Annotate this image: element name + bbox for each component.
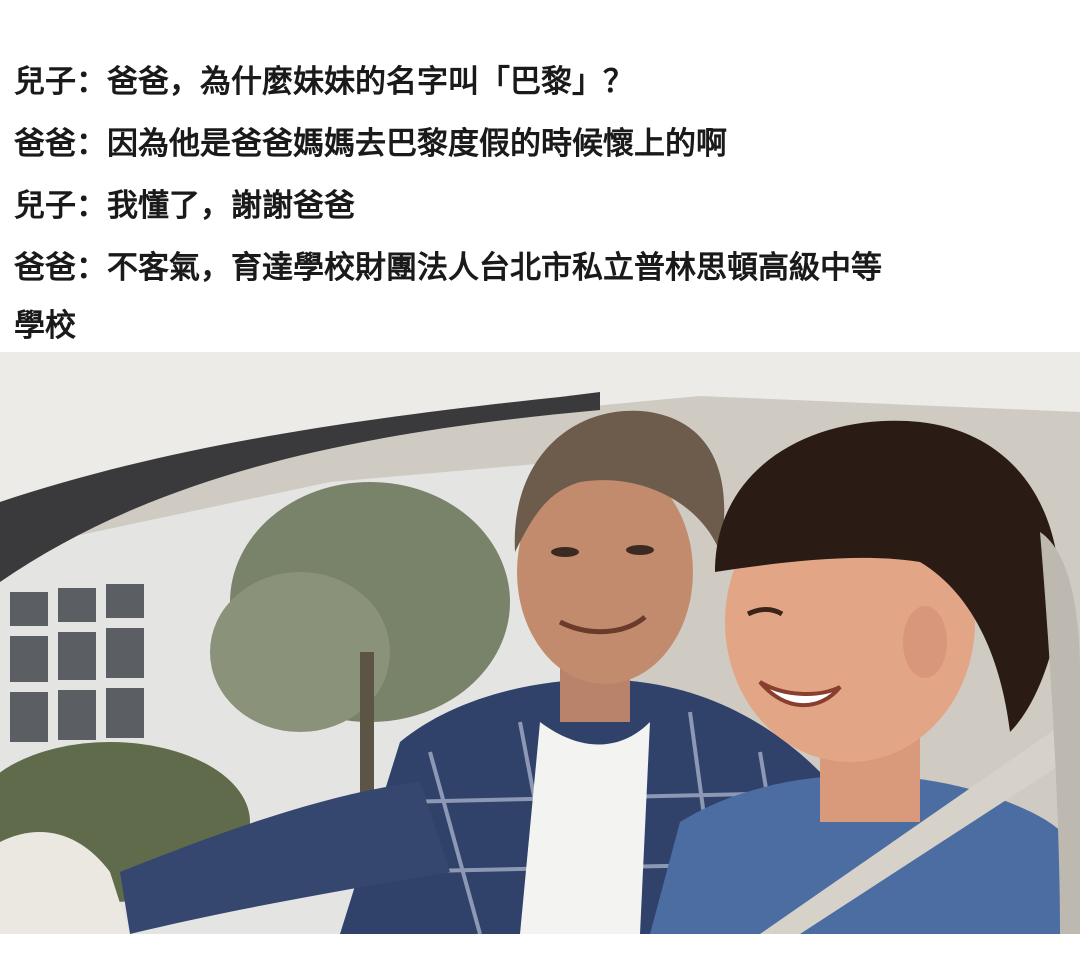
caption-line-father-answer: 爸爸：因為他是爸爸媽媽去巴黎度假的時候懷上的啊: [14, 126, 727, 162]
meme-caption: 兒子：爸爸，為什麼妹妹的名字叫「巴黎」？ 爸爸：因為他是爸爸媽媽去巴黎度假的時候…: [0, 0, 1080, 352]
son-ear: [903, 606, 947, 678]
tree-trunk: [360, 652, 374, 802]
caption-line-son-question: 兒子：爸爸，為什麼妹妹的名字叫「巴黎」？: [14, 64, 634, 100]
meme-photo: [0, 352, 1080, 934]
bottom-margin: [0, 934, 1080, 956]
building-windows: [10, 584, 144, 742]
father-tshirt: [520, 722, 650, 934]
caption-line-father-reply: 爸爸：不客氣，育達學校財團法人台北市私立普林思頓高級中等: [14, 250, 882, 286]
caption-line-son-thanks: 兒子：我懂了，謝謝爸爸: [14, 188, 355, 224]
father-eye-left: [551, 547, 579, 557]
car-scene-illustration: [0, 352, 1080, 934]
father-eye-right: [626, 545, 654, 555]
caption-line-father-reply-cont: 學校: [14, 308, 76, 344]
